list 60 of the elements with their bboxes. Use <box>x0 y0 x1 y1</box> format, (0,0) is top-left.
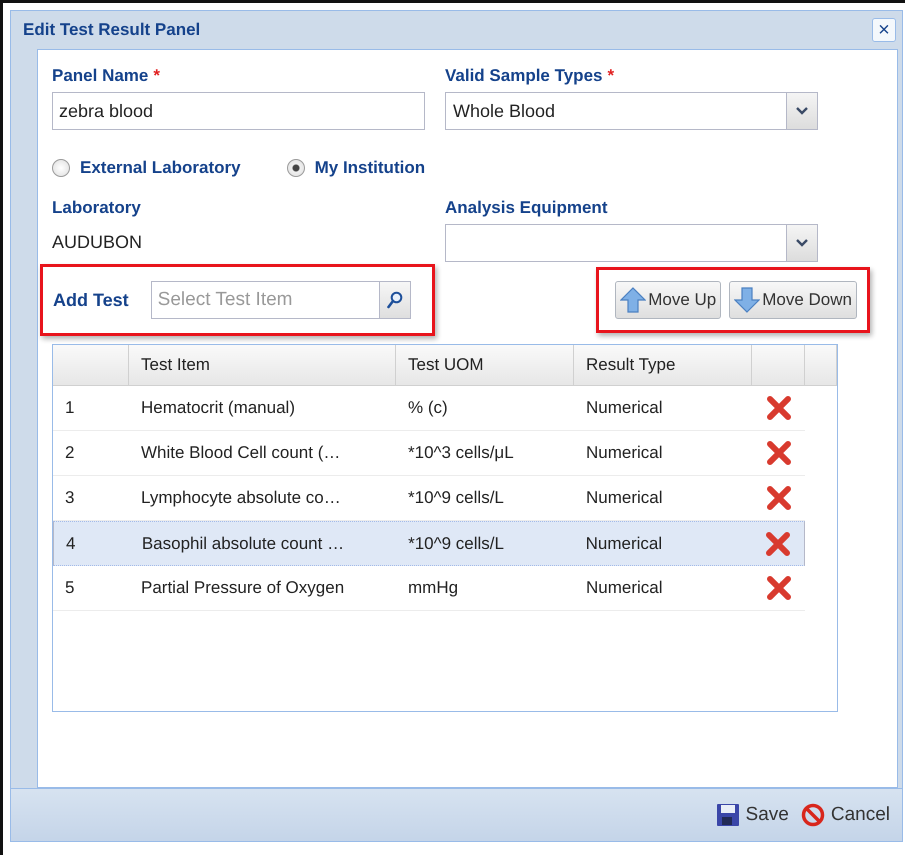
close-button[interactable]: × <box>872 18 896 42</box>
search-icon <box>386 291 403 309</box>
move-down-button[interactable]: Move Down <box>729 281 857 319</box>
field-label: Panel Name <box>52 66 148 85</box>
column-header[interactable]: Test Item <box>129 345 396 385</box>
search-button[interactable] <box>378 281 411 319</box>
column-header[interactable]: Result Type <box>574 345 752 385</box>
table-cell-text: *10^3 cells/μL <box>407 443 515 463</box>
search-field[interactable]: Select Test Item <box>150 281 379 319</box>
table-cell-text: 2 <box>64 443 76 463</box>
move-up-button[interactable]: Move Up <box>615 281 722 319</box>
field-label: Valid Sample Types <box>445 66 602 85</box>
table-cell-text: Partial Pressure of Oxygen <box>140 578 346 598</box>
delete-icon[interactable] <box>764 532 791 556</box>
caret-icon <box>796 107 808 115</box>
arrow-down-icon <box>734 287 760 313</box>
table-cell-text: Numerical <box>585 578 664 598</box>
field-label: Analysis Equipment <box>445 198 608 217</box>
delete-icon[interactable] <box>766 441 792 465</box>
table-cell-text: Basophil absolute count … <box>140 534 346 554</box>
table-row[interactable]: 4 Basophil absolute count … *10^9 cells/L Numerical <box>53 521 805 566</box>
table-cell-text: % (c) <box>407 398 449 418</box>
delete-icon[interactable] <box>766 486 792 510</box>
radio-option[interactable]: My Institution <box>286 158 426 178</box>
table-cell-text: 3 <box>64 488 76 508</box>
radio-button[interactable] <box>286 159 305 177</box>
radio-option[interactable]: External Laboratory <box>52 158 241 178</box>
delete-icon[interactable] <box>766 396 792 420</box>
table-cell-text: mmHg <box>407 578 460 598</box>
radio-button[interactable] <box>52 159 70 177</box>
field-label: Laboratory <box>52 198 141 217</box>
laboratory-value: AUDUBON <box>52 231 144 253</box>
table-row[interactable]: 1 Hematocrit (manual) % (c) Numerical <box>53 386 805 431</box>
table-cell-text: Numerical <box>585 398 664 418</box>
table-cell-text: *10^9 cells/L <box>407 534 505 554</box>
add-test-label: Add Test <box>53 290 129 310</box>
table-cell-text: Numerical <box>585 488 664 508</box>
table-cell-text: *10^9 cells/L <box>407 488 505 508</box>
table-cell-text: Hematocrit (manual) <box>140 398 296 418</box>
panel-name-field[interactable]: zebra blood <box>52 92 425 130</box>
required-asterisk: * <box>153 66 160 85</box>
sample-types-dropdown[interactable]: Whole Blood <box>445 92 818 130</box>
table-cell-text: Lymphocyte absolute co… <box>140 488 342 508</box>
save-button[interactable]: Save <box>714 801 791 829</box>
prohibited-icon <box>800 803 825 827</box>
table-cell-text: 5 <box>64 578 76 598</box>
window-title: Edit Test Result Panel <box>23 20 200 40</box>
required-asterisk: * <box>607 66 614 85</box>
arrow-up-icon <box>620 287 646 313</box>
table-cell-text: Numerical <box>584 534 664 554</box>
table-cell-text: White Blood Cell count (… <box>140 443 342 463</box>
delete-icon[interactable] <box>766 576 792 600</box>
caret-icon <box>796 239 808 247</box>
table-cell-text: 1 <box>64 398 76 418</box>
column-header[interactable]: Test UOM <box>396 345 574 385</box>
cancel-button[interactable]: Cancel <box>798 801 892 829</box>
table-cell-text: 4 <box>65 534 76 554</box>
table-row[interactable]: 2 White Blood Cell count (… *10^3 cells/μL Numerical <box>53 431 805 476</box>
table-row[interactable]: 5 Partial Pressure of Oxygen mmHg Numerical <box>53 566 805 611</box>
table-cell-text: Numerical <box>585 443 664 463</box>
